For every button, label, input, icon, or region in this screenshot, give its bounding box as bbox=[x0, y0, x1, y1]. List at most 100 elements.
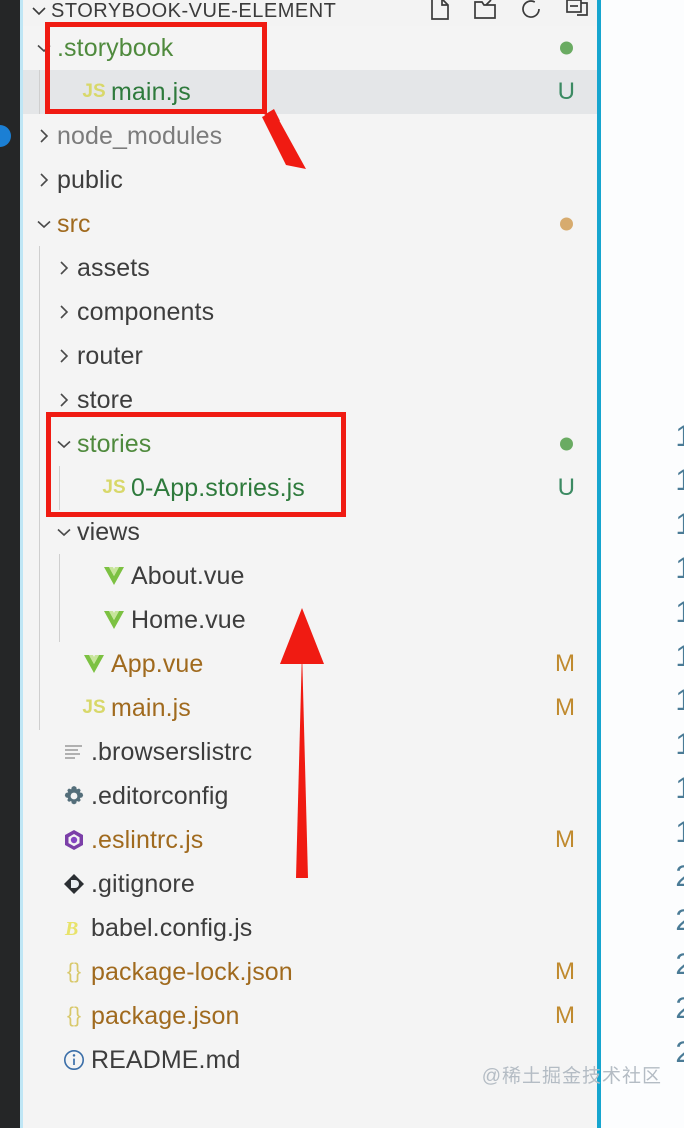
tree-folder-row[interactable]: assets bbox=[23, 246, 597, 290]
tree-folder-row[interactable]: components bbox=[23, 290, 597, 334]
vue-file-icon bbox=[77, 653, 111, 675]
tree-item-label: main.js bbox=[111, 693, 191, 722]
indent-guide bbox=[39, 686, 40, 730]
tree-folder-row[interactable]: views bbox=[23, 510, 597, 554]
indent-guide bbox=[39, 378, 40, 422]
chevron-down-icon[interactable] bbox=[51, 522, 77, 542]
js-file-icon: JS bbox=[82, 697, 106, 718]
tree-item-label: App.vue bbox=[111, 649, 204, 678]
tree-file-row[interactable]: {} package.json M bbox=[23, 994, 597, 1038]
chevron-right-icon[interactable] bbox=[51, 258, 77, 278]
indent-guide bbox=[39, 334, 40, 378]
tree-item-label: .editorconfig bbox=[91, 781, 229, 810]
line-number: 1 bbox=[675, 552, 684, 585]
chevron-down-icon[interactable] bbox=[27, 0, 51, 22]
line-number: 1 bbox=[675, 420, 684, 453]
indent-guide bbox=[59, 466, 60, 510]
refresh-icon[interactable] bbox=[519, 0, 543, 22]
tree-item-label: .gitignore bbox=[91, 869, 195, 898]
explorer-section-header[interactable]: STORYBOOK-VUE-ELEMENT bbox=[23, 0, 597, 26]
git-status-badge: U bbox=[557, 474, 575, 501]
tree-item-label: .storybook bbox=[57, 33, 174, 62]
vue-file-icon bbox=[97, 609, 131, 631]
browserslist-file-icon bbox=[57, 741, 91, 763]
tree-folder-row[interactable]: src bbox=[23, 202, 597, 246]
line-number: 2 bbox=[675, 992, 684, 1025]
indent-guide bbox=[39, 598, 40, 642]
tree-item-label: .browserslistrc bbox=[91, 737, 253, 766]
indent-guide bbox=[39, 554, 40, 598]
editor-pane: 1 1 1 1 1 1 1 1 1 1 2 2 2 2 2 bbox=[601, 0, 684, 1128]
eslint-file-icon bbox=[57, 828, 91, 852]
indent-guide bbox=[59, 598, 60, 642]
line-number: 1 bbox=[675, 508, 684, 541]
git-status-badge: M bbox=[555, 694, 575, 721]
json-file-icon: {} bbox=[66, 960, 82, 983]
indent-guide bbox=[39, 70, 40, 114]
indent-guide bbox=[39, 290, 40, 334]
vscode-window: STORYBOOK-VUE-ELEMENT .storybook JS main… bbox=[0, 0, 684, 1128]
page-title: STORYBOOK-VUE-ELEMENT bbox=[51, 0, 337, 22]
gitignore-file-icon bbox=[57, 872, 91, 896]
line-number: 1 bbox=[675, 728, 684, 761]
indent-guide bbox=[39, 466, 40, 510]
chevron-right-icon[interactable] bbox=[31, 126, 57, 146]
tree-item-label: package.json bbox=[91, 1001, 240, 1030]
collapse-all-icon[interactable] bbox=[565, 0, 591, 22]
new-file-icon[interactable] bbox=[429, 0, 451, 22]
tree-item-label: public bbox=[57, 165, 123, 194]
indent-guide bbox=[39, 642, 40, 686]
watermark: @稀土掘金技术社区 bbox=[481, 1066, 662, 1087]
line-number: 1 bbox=[675, 684, 684, 717]
tree-folder-row[interactable]: router bbox=[23, 334, 597, 378]
chevron-right-icon[interactable] bbox=[51, 346, 77, 366]
line-number-gutter: 1 1 1 1 1 1 1 1 1 1 2 2 2 2 2 bbox=[675, 415, 684, 1075]
tree-item-label: components bbox=[77, 297, 215, 326]
line-number: 2 bbox=[675, 1036, 684, 1069]
tree-folder-row[interactable]: .storybook bbox=[23, 26, 597, 70]
readme-info-icon bbox=[57, 1048, 91, 1072]
chevron-right-icon[interactable] bbox=[31, 170, 57, 190]
tree-item-label: package-lock.json bbox=[91, 957, 293, 986]
tree-folder-row[interactable]: stories bbox=[23, 422, 597, 466]
js-file-icon: JS bbox=[82, 81, 106, 102]
chevron-down-icon[interactable] bbox=[31, 214, 57, 234]
chevron-down-icon[interactable] bbox=[51, 434, 77, 454]
indent-guide bbox=[39, 246, 40, 290]
svg-text:B: B bbox=[64, 918, 78, 940]
git-status-badge: M bbox=[555, 958, 575, 985]
babel-file-icon: B bbox=[57, 916, 91, 940]
tree-item-label: store bbox=[77, 385, 134, 414]
activity-bar bbox=[0, 0, 20, 1128]
tree-item-label: .eslintrc.js bbox=[91, 825, 204, 854]
tree-item-label: Home.vue bbox=[131, 605, 246, 634]
chevron-right-icon[interactable] bbox=[51, 302, 77, 322]
chevron-right-icon[interactable] bbox=[51, 390, 77, 410]
arrow-to-storybook-icon bbox=[262, 109, 306, 169]
git-status-badge: M bbox=[555, 1002, 575, 1029]
tree-file-row[interactable]: {} package-lock.json M bbox=[23, 950, 597, 994]
editorconfig-gear-icon bbox=[57, 784, 91, 808]
line-number: 1 bbox=[675, 816, 684, 849]
tree-item-label: assets bbox=[77, 253, 150, 282]
indent-guide bbox=[39, 422, 40, 466]
indent-guide bbox=[59, 554, 60, 598]
tree-file-row[interactable]: JS 0-App.stories.js U bbox=[23, 466, 597, 510]
tree-item-label: router bbox=[77, 341, 143, 370]
tree-item-label: README.md bbox=[91, 1045, 241, 1074]
new-folder-icon[interactable] bbox=[473, 0, 497, 22]
activity-bar-badge bbox=[0, 125, 11, 147]
chevron-down-icon[interactable] bbox=[31, 38, 57, 58]
tree-folder-row[interactable]: store bbox=[23, 378, 597, 422]
tree-item-label: node_modules bbox=[57, 121, 223, 150]
explorer-toolbar bbox=[429, 0, 591, 22]
line-number: 2 bbox=[675, 904, 684, 937]
tree-file-row[interactable]: Bbabel.config.js bbox=[23, 906, 597, 950]
tree-item-label: src bbox=[57, 209, 91, 238]
js-file-icon: JS bbox=[102, 477, 126, 498]
tree-item-label: babel.config.js bbox=[91, 913, 253, 942]
folder-status-dot bbox=[560, 41, 573, 55]
json-file-icon: {} bbox=[66, 1004, 82, 1027]
tree-item-label: 0-App.stories.js bbox=[131, 473, 305, 502]
line-number: 1 bbox=[675, 596, 684, 629]
